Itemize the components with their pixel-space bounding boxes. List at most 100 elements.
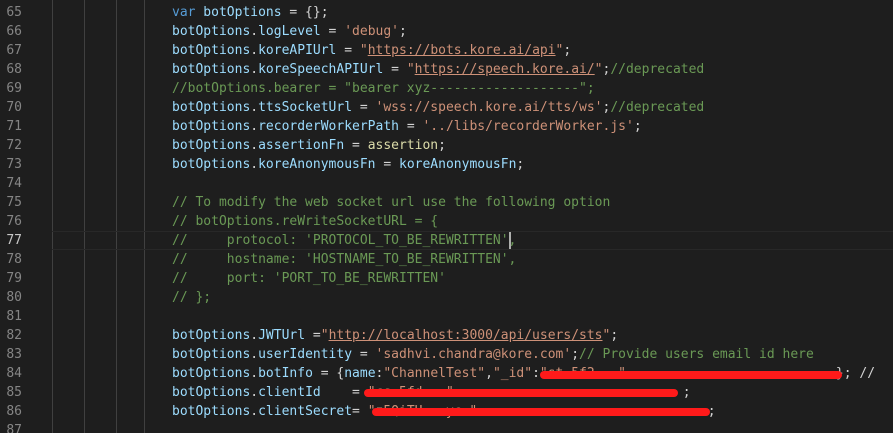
line-number-gutter: 65 66 67 68 69 70 71 72 73 74 75 76 77 7… [0, 0, 40, 433]
punctuation: ; [516, 157, 525, 172]
url-link[interactable]: https://bots.kore.ai/api [368, 43, 556, 58]
code-line: botOptions.koreAnonymousFn = koreAnonymo… [172, 155, 524, 174]
string-key: "_id" [492, 366, 533, 381]
string: 'sadhvi.chandra@kore.com' [375, 347, 572, 362]
property: koreAPIUrl [258, 43, 337, 58]
comment: //deprecated [610, 100, 705, 115]
string: "ChannelTest" [383, 366, 486, 381]
punctuation: : [532, 366, 540, 381]
operator: = [399, 119, 423, 134]
line-number: 78 [6, 252, 22, 267]
property: recorderWorkerPath [258, 119, 399, 134]
object: botOptions [172, 43, 251, 58]
comment: // Provide users email id here [579, 347, 814, 362]
line-number: 76 [6, 214, 22, 229]
comment: // port: 'PORT_TO_BE_REWRITTEN' [172, 271, 446, 286]
string-quote: " [320, 328, 329, 343]
operator: = [320, 24, 345, 39]
object: botOptions [172, 328, 251, 343]
code-line: // botOptions.reWriteSocketURL = { [172, 212, 438, 231]
code-line: botOptions.logLevel = 'debug'; [172, 22, 407, 41]
punctuation: ; [610, 328, 619, 343]
string: 'wss://speech.kore.ai/tts/ws' [375, 100, 603, 115]
code-line: botOptions.koreAPIUrl = "https://bots.ko… [172, 41, 571, 60]
operator: = [320, 385, 368, 400]
code-editor[interactable]: 65 66 67 68 69 70 71 72 73 74 75 76 77 7… [0, 0, 893, 433]
punctuation: . [250, 328, 259, 343]
property: koreSpeechAPIUrl [258, 62, 384, 77]
line-number: 73 [6, 157, 22, 172]
property: clientId [258, 385, 321, 400]
object: botOptions [172, 100, 251, 115]
operator: = [375, 157, 399, 172]
line-number: 80 [6, 290, 22, 305]
url-link[interactable]: https://speech.kore.ai/ [415, 62, 595, 77]
operator: = [352, 347, 376, 362]
object: botOptions [172, 366, 251, 381]
line-number: 81 [6, 309, 22, 324]
punctuation: . [250, 157, 259, 172]
code-line: // }; [172, 288, 211, 307]
line-number: 86 [6, 404, 22, 419]
punctuation: ; [633, 119, 642, 134]
line-number: 83 [6, 347, 22, 362]
line-number: 68 [6, 62, 22, 77]
code-line: botOptions.recorderWorkerPath = '../libs… [172, 117, 642, 136]
code-line: botOptions.userIdentity = 'sadhvi.chandr… [172, 345, 814, 364]
comment: // To modify the web socket url use the … [172, 195, 611, 210]
comment: // }; [172, 290, 212, 305]
object: botOptions [172, 119, 251, 134]
indent-guide [52, 0, 53, 433]
punctuation: . [250, 138, 259, 153]
object: botOptions [172, 404, 251, 419]
code-line: botOptions.ttsSocketUrl = 'wss://speech.… [172, 98, 704, 117]
line-number: 87 [6, 423, 22, 433]
punctuation: . [250, 366, 259, 381]
operator: = [352, 100, 376, 115]
punctuation: ; [571, 347, 580, 362]
line-number: 67 [6, 43, 22, 58]
punctuation: . [250, 100, 259, 115]
line-number: 84 [6, 366, 22, 381]
property: clientSecret [258, 404, 353, 419]
text-cursor [509, 232, 511, 249]
line-number: 70 [6, 100, 22, 115]
property: userIdentity [258, 347, 353, 362]
redaction-mark [364, 389, 678, 397]
code-line: botOptions.koreSpeechAPIUrl = "https://s… [172, 60, 704, 79]
operator: = [383, 62, 407, 77]
comment: // hostname: 'HOSTNAME_TO_BE_REWRITTEN', [172, 252, 517, 267]
punctuation: ; [682, 385, 691, 400]
function-ref: assertion [367, 138, 439, 153]
punctuation: = {}; [281, 5, 329, 20]
object: botOptions [172, 138, 251, 153]
key: name [344, 366, 376, 381]
code-line: // hostname: 'HOSTNAME_TO_BE_REWRITTEN', [172, 250, 516, 269]
indent-guide [84, 0, 85, 433]
string-quote: " [406, 62, 415, 77]
indent-guide [144, 0, 145, 433]
url-link[interactable]: http://localhost:3000/api/users/sts [329, 328, 603, 343]
operator: = [336, 43, 360, 58]
comment: //deprecated [610, 62, 705, 77]
punctuation: . [250, 347, 259, 362]
identifier: koreAnonymousFn [399, 157, 517, 172]
property: assertionFn [258, 138, 345, 153]
line-number: 75 [6, 195, 22, 210]
identifier: botOptions [195, 5, 282, 20]
object: botOptions [172, 62, 251, 77]
code-line: // port: 'PORT_TO_BE_REWRITTEN' [172, 269, 446, 288]
punctuation: . [250, 385, 259, 400]
comment: //botOptions.bearer = "bearer xyz-------… [172, 81, 595, 96]
line-number: 85 [6, 385, 22, 400]
object: botOptions [172, 347, 251, 362]
line-number: 71 [6, 119, 22, 134]
object: botOptions [172, 157, 251, 172]
line-number: 74 [6, 176, 22, 191]
line-number: 79 [6, 271, 22, 286]
property: ttsSocketUrl [258, 100, 353, 115]
object: botOptions [172, 385, 251, 400]
punctuation: ; [438, 138, 446, 153]
string-quote: " [359, 43, 368, 58]
object: botOptions [172, 24, 251, 39]
